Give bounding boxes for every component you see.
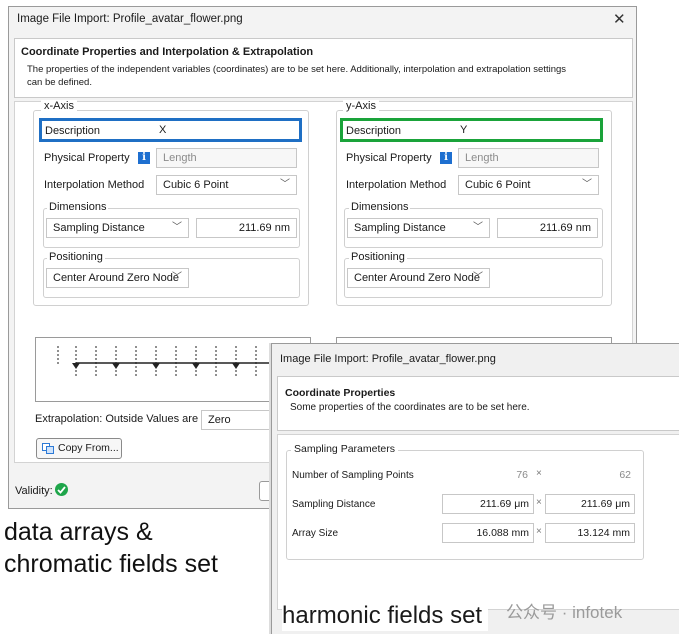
x-dimensions-mode-value: Sampling Distance bbox=[53, 222, 145, 234]
sampling-distance-y-input[interactable]: 211.69 μm bbox=[545, 494, 635, 514]
x-positioning-value: Center Around Zero Node bbox=[53, 272, 179, 284]
header-panel: Coordinate Properties and Interpolation … bbox=[14, 38, 633, 98]
sampling-points-y-value: 62 bbox=[619, 469, 631, 481]
caption-left-line1: data arrays & bbox=[4, 518, 153, 546]
chevron-down-icon: ﹀ bbox=[582, 179, 592, 190]
y-physical-property-input[interactable]: Length bbox=[458, 148, 599, 168]
dialog2-header-title: Coordinate Properties bbox=[285, 387, 396, 399]
dialog-title: Image File Import: Profile_avatar_flower… bbox=[17, 13, 243, 25]
copy-from-label: Copy From... bbox=[58, 442, 119, 454]
header-text-line2: can be defined. bbox=[27, 77, 92, 88]
extrapolation-value: Zero bbox=[208, 414, 231, 426]
extrapolation-label: Extrapolation: Outside Values are bbox=[35, 413, 199, 425]
validity-label: Validity: bbox=[15, 485, 53, 497]
sampling-points-x-value: 76 bbox=[516, 469, 528, 481]
x-dimensions-mode-select[interactable]: Sampling Distance ﹀ bbox=[46, 218, 189, 238]
dialog2-title: Image File Import: Profile_avatar_flower… bbox=[280, 353, 496, 365]
sampling-points-label: Number of Sampling Points bbox=[292, 470, 414, 481]
y-positioning-label: Positioning bbox=[349, 251, 407, 263]
y-positioning-select[interactable]: Center Around Zero Node ﹀ bbox=[347, 268, 490, 288]
y-description-input[interactable]: Y bbox=[460, 124, 467, 136]
y-interpolation-label: Interpolation Method bbox=[346, 179, 447, 191]
extrapolation-select[interactable]: Zero bbox=[201, 410, 281, 430]
times-icon: × bbox=[536, 468, 542, 479]
sampling-parameters-label: Sampling Parameters bbox=[291, 443, 398, 455]
y-dimensions-mode-select[interactable]: Sampling Distance ﹀ bbox=[347, 218, 490, 238]
y-description-label: Description bbox=[346, 125, 402, 137]
x-positioning-select[interactable]: Center Around Zero Node ﹀ bbox=[46, 268, 189, 288]
x-interpolation-value: Cubic 6 Point bbox=[163, 179, 229, 191]
watermark: 公众号 · infotek bbox=[506, 603, 623, 622]
sampling-distance-x-input[interactable]: 211.69 μm bbox=[442, 494, 534, 514]
x-info-icon[interactable]: i bbox=[138, 152, 150, 164]
y-dimensions-label: Dimensions bbox=[349, 201, 411, 213]
caption-left-line2: chromatic fields set bbox=[4, 550, 218, 578]
array-size-y-input[interactable]: 13.124 mm bbox=[545, 523, 635, 543]
y-interpolation-value: Cubic 6 Point bbox=[465, 179, 531, 191]
chevron-down-icon: ﹀ bbox=[473, 222, 483, 233]
x-physical-property-label: Physical Property bbox=[44, 152, 130, 164]
x-dimensions-input[interactable]: 211.69 nm bbox=[196, 218, 297, 238]
close-icon[interactable]: ✕ bbox=[613, 10, 626, 28]
x-physical-property-input[interactable]: Length bbox=[156, 148, 297, 168]
x-positioning-label: Positioning bbox=[47, 251, 105, 263]
y-interpolation-select[interactable]: Cubic 6 Point ﹀ bbox=[458, 175, 599, 195]
header-title: Coordinate Properties and Interpolation … bbox=[21, 46, 314, 58]
check-icon bbox=[55, 483, 68, 496]
copy-icon bbox=[42, 443, 54, 454]
x-sampling-preview bbox=[35, 337, 312, 402]
x-description-label: Description bbox=[45, 125, 101, 137]
x-dimensions-label: Dimensions bbox=[47, 201, 109, 213]
dialog2-header-text: Some properties of the coordinates are t… bbox=[290, 402, 530, 413]
y-physical-property-label: Physical Property bbox=[346, 152, 432, 164]
x-interpolation-label: Interpolation Method bbox=[44, 179, 145, 191]
dialog2-header-panel: Coordinate Properties Some properties of… bbox=[277, 376, 679, 431]
copy-from-button[interactable]: Copy From... bbox=[36, 438, 122, 459]
header-text-line1: The properties of the independent variab… bbox=[27, 64, 567, 75]
chevron-down-icon: ﹀ bbox=[473, 272, 483, 283]
y-dimensions-input[interactable]: 211.69 nm bbox=[497, 218, 598, 238]
chevron-down-icon: ﹀ bbox=[172, 222, 182, 233]
y-positioning-value: Center Around Zero Node bbox=[354, 272, 480, 284]
times-icon: × bbox=[536, 497, 542, 508]
y-info-icon[interactable]: i bbox=[440, 152, 452, 164]
array-size-x-input[interactable]: 16.088 mm bbox=[442, 523, 534, 543]
chevron-down-icon: ﹀ bbox=[280, 179, 290, 190]
caption-right: harmonic fields set bbox=[282, 601, 489, 631]
array-size-label: Array Size bbox=[292, 528, 339, 539]
sampling-distance-label: Sampling Distance bbox=[292, 499, 376, 510]
y-axis-label: y-Axis bbox=[343, 100, 379, 112]
x-interpolation-select[interactable]: Cubic 6 Point ﹀ bbox=[156, 175, 297, 195]
y-dimensions-mode-value: Sampling Distance bbox=[354, 222, 446, 234]
times-icon: × bbox=[536, 526, 542, 537]
x-description-input[interactable]: X bbox=[159, 124, 166, 136]
dialog-sampling-parameters: Image File Import: Profile_avatar_flower… bbox=[271, 343, 679, 634]
chevron-down-icon: ﹀ bbox=[172, 272, 182, 283]
x-axis-label: x-Axis bbox=[41, 100, 77, 112]
